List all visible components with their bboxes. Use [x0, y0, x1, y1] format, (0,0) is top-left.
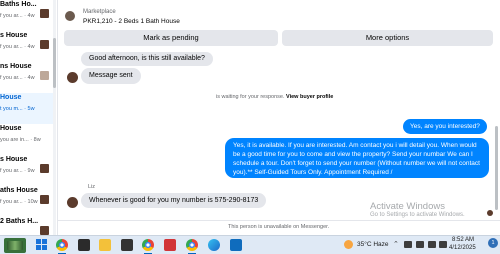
conversation-item[interactable]: 2 Baths H... [0, 217, 56, 235]
conversation-list-scrollbar[interactable] [53, 0, 56, 235]
conversation-name: aths House [0, 187, 38, 194]
conversation-item[interactable]: s House f you ar... · 4w [0, 31, 56, 62]
chrome-icon[interactable] [142, 239, 154, 251]
listing-avatar[interactable] [65, 11, 75, 21]
conversation-preview: f you ar... · 4w [0, 13, 35, 19]
conversation-item[interactable]: aths House f you ar... · 10w [0, 186, 56, 217]
incoming-message: Whenever is good for you my number is 57… [81, 193, 267, 208]
listing-thumbnail [40, 195, 49, 204]
activate-windows-title: Activate Windows [370, 201, 445, 212]
conversation-name: ns House [0, 63, 32, 70]
sender-name: Liz [88, 184, 96, 190]
conversation-preview: t you m... · 5w [0, 106, 35, 112]
conversation-preview: f you ar... · 10w [0, 199, 38, 205]
windows-start-icon[interactable] [36, 239, 48, 251]
listing-thumbnail [40, 164, 49, 173]
chat-header: Marketplace PKR1,210 - 2 Beds 1 Bath Hou… [58, 0, 500, 28]
listing-title[interactable]: PKR1,210 - 2 Beds 1 Bath House [83, 18, 180, 25]
volume-icon[interactable] [428, 241, 436, 248]
listing-thumbnail [40, 40, 49, 49]
notification-badge[interactable]: 1 [488, 238, 498, 248]
edge-icon[interactable] [208, 239, 220, 251]
conversation-name: s House [0, 156, 28, 163]
taskbar [0, 235, 500, 254]
mark-as-pending-button[interactable]: Mark as pending [64, 30, 278, 46]
tray-chevron-up-icon[interactable]: ⌃ [393, 240, 399, 248]
widgets-icon[interactable] [4, 238, 26, 253]
wifi-icon[interactable] [416, 241, 424, 248]
chat-scrollbar[interactable] [495, 126, 498, 210]
task-view-icon[interactable] [78, 239, 90, 251]
chrome-icon[interactable] [56, 239, 68, 251]
more-options-button[interactable]: More options [282, 30, 493, 46]
weather-sun-icon[interactable] [344, 240, 353, 249]
buyer-avatar[interactable] [67, 72, 78, 83]
conversation-name: House [0, 125, 22, 132]
app-icon[interactable] [164, 239, 176, 251]
conversation-item[interactable]: House you are in... · 8w [0, 124, 56, 155]
conversation-preview: f you ar... · 9w [0, 168, 35, 174]
conversation-name: 2 Baths H... [0, 218, 39, 225]
listing-thumbnail [40, 226, 49, 235]
conversation-list: Baths Ho... f you ar... · 4w s House f y… [0, 0, 56, 235]
clock-time[interactable]: 8:52 AM [452, 237, 474, 243]
activate-windows-subtitle: Go to Settings to activate Windows. [370, 212, 465, 218]
outgoing-message: Yes, it is available. If you are interes… [225, 138, 489, 178]
conversation-item[interactable]: Baths Ho... f you ar... · 4w [0, 0, 56, 31]
view-buyer-profile-link[interactable]: View buyer profile [286, 94, 333, 100]
media-player-icon[interactable] [121, 239, 133, 251]
clock-date[interactable]: 4/12/2025 [449, 245, 476, 251]
waiting-notice: is waiting for your response. View buyer… [216, 94, 333, 100]
unavailable-notice: This person is unavailable on Messenger. [228, 224, 330, 230]
incoming-message: Message sent [81, 68, 141, 84]
outgoing-message: Yes, are you interested? [403, 119, 487, 134]
scrollbar-thumb[interactable] [53, 38, 56, 88]
marketplace-label: Marketplace [83, 9, 116, 15]
chat-panel: Marketplace PKR1,210 - 2 Beds 1 Bath Hou… [58, 0, 500, 235]
conversation-item[interactable]: ns House f you ar... · 4w [0, 62, 56, 93]
chrome-icon[interactable] [186, 239, 198, 251]
conversation-name: Baths Ho... [0, 1, 37, 8]
keyboard-icon[interactable] [404, 241, 412, 248]
file-explorer-icon[interactable] [99, 239, 111, 251]
conversation-name: s House [0, 32, 28, 39]
buyer-avatar[interactable] [67, 197, 78, 208]
divider [58, 220, 500, 221]
conversation-preview: you are in... · 8w [0, 137, 41, 143]
conversation-item[interactable]: s House f you ar... · 9w [0, 155, 56, 186]
incoming-message: Good afternoon, is this still available? [81, 52, 213, 66]
battery-icon[interactable] [439, 241, 447, 248]
listing-thumbnail [40, 9, 49, 18]
listing-thumbnail [40, 71, 49, 80]
mail-icon[interactable] [230, 239, 242, 251]
conversation-item-active[interactable]: House t you m... · 5w [0, 93, 56, 124]
conversation-preview: f you ar... · 4w [0, 44, 35, 50]
read-receipt-avatar [487, 210, 493, 216]
conversation-preview: f you ar... · 4w [0, 75, 35, 81]
weather-text[interactable]: 35°C Haze [357, 241, 389, 248]
waiting-text: is waiting for your response. [216, 94, 285, 100]
conversation-name: House [0, 94, 22, 101]
